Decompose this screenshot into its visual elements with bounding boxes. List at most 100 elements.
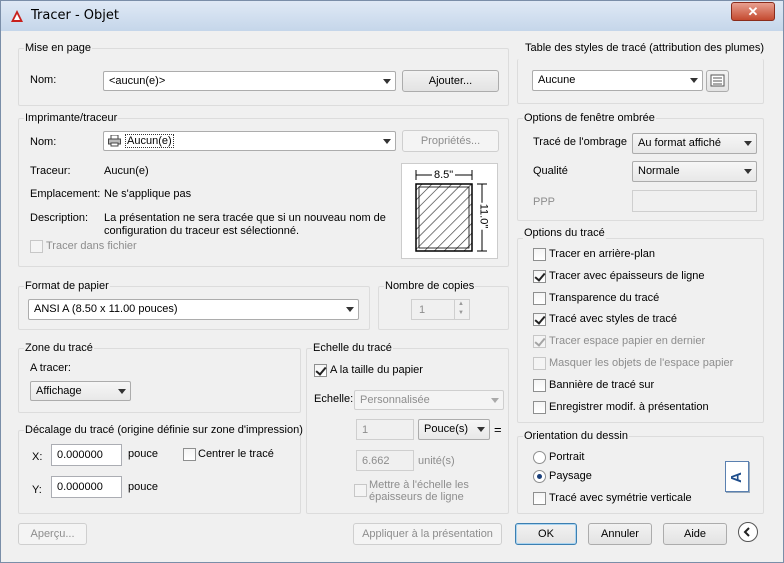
scale-label: Echelle: (314, 393, 354, 405)
quality-select[interactable]: Normale (632, 161, 757, 182)
plot-to-file-label: Tracer dans fichier (46, 240, 137, 252)
quality-label: Qualité (533, 165, 568, 177)
plot-option-checkbox[interactable] (533, 313, 546, 327)
plot-options-label: Options du tracé (523, 227, 606, 239)
landscape-orientation-icon: A (725, 461, 749, 492)
scale-numerator-input[interactable]: 1 (356, 419, 414, 440)
paper-size-label: Format de papier (24, 280, 110, 292)
paper-height-dimension: 11.0" (477, 202, 490, 230)
shade-plot-label: Tracé de l'ombrage (533, 136, 628, 148)
plot-option-checkbox[interactable] (533, 291, 546, 305)
preview-button[interactable]: Aperçu... (18, 523, 87, 545)
chevron-down-icon (690, 78, 698, 83)
plot-option-checkbox[interactable] (533, 269, 546, 283)
scale-denominator-input[interactable]: 6.662 (356, 450, 414, 471)
copies-input[interactable]: 1 ▲ ▼ (411, 299, 470, 320)
plot-option-checkbox[interactable] (533, 335, 546, 349)
printer-name-label: Nom: (30, 136, 57, 148)
plot-scale-label: Echelle du tracé (312, 342, 393, 354)
plot-dialog: Tracer - Objet ✕ Mise en page Nom: <aucu… (0, 0, 784, 563)
offset-y-input[interactable]: 0.000000 (51, 476, 122, 498)
page-setup-name-select[interactable]: <aucun(e)> (103, 71, 396, 91)
cancel-button[interactable]: Annuler (588, 523, 652, 545)
paper-size-select[interactable]: ANSI A (8.50 x 11.00 pouces) (28, 299, 359, 320)
autocad-logo-icon (11, 10, 23, 22)
chevron-down-icon (383, 79, 391, 84)
printer-label: Imprimante/traceur (24, 112, 119, 124)
chevron-down-icon (744, 141, 752, 146)
scale-lineweights-checkbox[interactable] (354, 484, 367, 497)
copies-label: Nombre de copies (384, 280, 476, 292)
printer-name-select[interactable]: Aucun(e) (103, 131, 396, 151)
chevron-left-icon (743, 527, 750, 537)
edit-style-table-button[interactable] (706, 70, 729, 92)
portrait-label: Portrait (549, 451, 585, 463)
fit-to-paper-checkbox[interactable] (314, 364, 327, 377)
shade-plot-select[interactable]: Au format affiché (632, 133, 757, 154)
page-setup-label: Mise en page (24, 42, 93, 54)
copies-spinner[interactable]: ▲ ▼ (454, 300, 469, 319)
offset-x-label: X: (32, 451, 43, 463)
style-table-select[interactable]: Aucune (532, 70, 703, 91)
scale-lineweights-line1: Mettre à l'échelle les (369, 479, 469, 491)
orientation-icon-letter: A (727, 472, 745, 483)
description-label: Description: (30, 212, 89, 224)
plot-option-label: Masquer les objets de l'espace papier (549, 357, 734, 369)
scale-lineweights-line2: épaisseurs de ligne (369, 491, 464, 503)
shaded-viewport-label: Options de fenêtre ombrée (523, 112, 656, 124)
what-to-plot-label: A tracer: (30, 362, 71, 374)
chevron-down-icon (383, 139, 391, 144)
plot-option-label: Tracer en arrière-plan (549, 248, 655, 260)
plot-option-checkbox[interactable] (533, 378, 546, 392)
scale-unit-select[interactable]: Pouce(s) (418, 419, 490, 440)
scale-denominator-unit: unité(s) (418, 455, 455, 467)
plot-offset-group (18, 430, 301, 514)
plot-option-label: Tracer espace papier en dernier (549, 335, 706, 348)
plotter-label: Traceur: (30, 165, 71, 177)
plot-option-label: Enregistrer modif. à présentation (549, 400, 709, 413)
plot-option-checkbox[interactable] (533, 357, 546, 370)
plot-area-label: Zone du tracé (24, 342, 94, 354)
orientation-label: Orientation du dessin (523, 430, 629, 442)
plot-option-label: Bannière de tracé sur (549, 378, 655, 391)
ok-button[interactable]: OK (515, 523, 577, 545)
plot-offset-label: Décalage du tracé (origine définie sur z… (24, 424, 304, 436)
help-button[interactable]: Aide (663, 523, 727, 545)
upside-down-label: Tracé avec symétrie verticale (549, 492, 692, 504)
description-line1: La présentation ne sera tracée que si un… (104, 212, 386, 224)
apply-to-layout-button[interactable]: Appliquer à la présentation (353, 523, 502, 545)
offset-y-unit: pouce (128, 481, 158, 493)
what-to-plot-select[interactable]: Affichage (30, 381, 131, 401)
plot-option-label: Transparence du tracé (549, 291, 660, 304)
offset-x-input[interactable]: 0.000000 (51, 444, 122, 466)
plot-option-checkbox[interactable] (533, 400, 546, 414)
portrait-radio[interactable] (533, 451, 546, 464)
properties-button[interactable]: Propriétés... (402, 130, 499, 152)
collapse-options-button[interactable] (738, 522, 758, 542)
landscape-label: Paysage (549, 470, 592, 482)
style-table-label: Table des styles de tracé (attribution d… (524, 42, 766, 54)
dpi-label: PPP (533, 196, 556, 208)
plot-option-checkbox[interactable] (533, 248, 546, 261)
add-page-setup-button[interactable]: Ajouter... (402, 70, 499, 92)
page-setup-name-label: Nom: (30, 74, 57, 86)
center-plot-label: Centrer le tracé (198, 448, 274, 460)
chevron-down-icon (477, 427, 485, 432)
location-value: Ne s'applique pas (104, 188, 192, 200)
chevron-down-icon (118, 389, 126, 394)
description-line2: configuration du traceur est sélectionné… (104, 225, 300, 237)
paper-preview: 8.5" 11.0" (401, 163, 498, 259)
center-plot-checkbox[interactable] (183, 448, 196, 461)
landscape-radio[interactable] (533, 470, 546, 483)
upside-down-checkbox[interactable] (533, 492, 546, 505)
title-bar: Tracer - Objet ✕ (1, 1, 783, 31)
dpi-input[interactable] (632, 190, 757, 212)
printer-icon (108, 135, 121, 147)
plot-to-file-checkbox[interactable] (30, 240, 43, 253)
chevron-down-icon (744, 169, 752, 174)
equals-sign: = (494, 422, 502, 437)
chevron-down-icon (346, 307, 354, 312)
table-edit-icon (710, 74, 725, 87)
close-button[interactable]: ✕ (731, 2, 775, 21)
scale-select[interactable]: Personnalisée (354, 390, 504, 410)
